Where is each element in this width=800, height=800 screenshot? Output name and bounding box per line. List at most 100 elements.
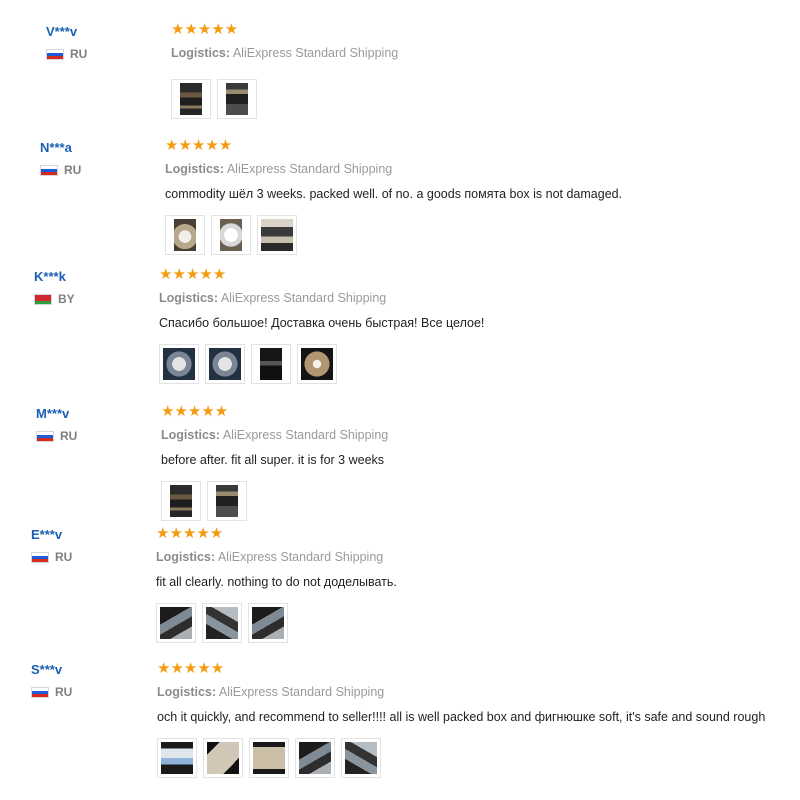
photo-image xyxy=(299,742,331,774)
review-photo-thumbnail[interactable] xyxy=(341,738,381,778)
photo-image xyxy=(345,742,377,774)
review-photos xyxy=(156,603,397,643)
logistics-label: Logistics: xyxy=(165,162,225,176)
country-code: RU xyxy=(55,685,73,699)
review-photo-thumbnail[interactable] xyxy=(156,603,196,643)
country-code: RU xyxy=(70,47,88,61)
review-photo-thumbnail[interactable] xyxy=(297,344,337,384)
russia-flag-icon xyxy=(46,48,64,60)
photo-image xyxy=(163,348,195,380)
review-photo-thumbnail[interactable] xyxy=(202,603,242,643)
review-content: ★★★★★ Logistics: AliExpress Standard Shi… xyxy=(156,526,397,643)
photo-image xyxy=(206,607,238,639)
star-rating: ★★★★★ xyxy=(159,266,227,283)
star-rating: ★★★★★ xyxy=(171,21,239,38)
photo-image xyxy=(209,348,241,380)
country-code: RU xyxy=(55,550,73,564)
reviewer-name[interactable]: N***a xyxy=(40,140,72,155)
logistics-info: Logistics: AliExpress Standard Shipping xyxy=(157,684,765,700)
review-photo-thumbnail[interactable] xyxy=(157,738,197,778)
photo-image xyxy=(253,742,285,774)
photo-image xyxy=(301,348,333,380)
review-photos xyxy=(161,481,388,521)
review-photo-thumbnail[interactable] xyxy=(211,215,251,255)
review-photo-thumbnail[interactable] xyxy=(248,603,288,643)
logistics-value: AliExpress Standard Shipping xyxy=(217,550,384,564)
logistics-info: Logistics: AliExpress Standard Shipping xyxy=(171,45,398,61)
review-photo-thumbnail[interactable] xyxy=(217,79,257,119)
review-content: ★★★★★ Logistics: AliExpress Standard Shi… xyxy=(165,138,622,255)
russia-flag-icon xyxy=(36,430,54,442)
logistics-value: AliExpress Standard Shipping xyxy=(220,291,387,305)
photo-image xyxy=(161,742,193,774)
star-rating: ★★★★★ xyxy=(165,137,233,154)
photo-image xyxy=(261,219,293,251)
logistics-value: AliExpress Standard Shipping xyxy=(218,685,385,699)
logistics-info: Logistics: AliExpress Standard Shipping xyxy=(161,427,388,443)
reviews-page: V***v RU ★★★★★ Logistics: AliExpress Sta… xyxy=(0,0,800,800)
review-photo-thumbnail[interactable] xyxy=(257,215,297,255)
review-photo-thumbnail[interactable] xyxy=(295,738,335,778)
russia-flag-icon xyxy=(31,551,49,563)
review-photos xyxy=(157,738,765,778)
review-photo-thumbnail[interactable] xyxy=(251,344,291,384)
review-photos xyxy=(159,344,484,384)
review-text: Спасибо большое! Доставка очень быстрая!… xyxy=(159,316,485,330)
star-rating: ★★★★★ xyxy=(157,660,225,677)
photo-image xyxy=(207,742,239,774)
photo-image xyxy=(160,607,192,639)
review-photo-thumbnail[interactable] xyxy=(165,215,205,255)
reviewer-country: BY xyxy=(34,292,75,306)
review-text: och it quickly, and recommend to seller!… xyxy=(157,710,766,724)
review-text: commodity шёл 3 weeks. packed well. of n… xyxy=(165,187,623,201)
logistics-value: AliExpress Standard Shipping xyxy=(232,46,399,60)
logistics-label: Logistics: xyxy=(161,428,221,442)
logistics-label: Logistics: xyxy=(157,685,217,699)
country-code: RU xyxy=(60,429,78,443)
reviewer-name[interactable]: V***v xyxy=(46,24,77,39)
reviewer-name[interactable]: E***v xyxy=(31,527,62,542)
review-photo-thumbnail[interactable] xyxy=(159,344,199,384)
review-photo-thumbnail[interactable] xyxy=(161,481,201,521)
reviewer-country: RU xyxy=(40,163,81,177)
review-photo-thumbnail[interactable] xyxy=(203,738,243,778)
review-content: ★★★★★ Logistics: AliExpress Standard Shi… xyxy=(159,267,484,384)
reviewer-name[interactable]: K***k xyxy=(34,269,66,284)
logistics-info: Logistics: AliExpress Standard Shipping xyxy=(165,161,622,177)
country-code: RU xyxy=(64,163,82,177)
review-photos xyxy=(171,79,398,119)
photo-image xyxy=(226,83,248,115)
review-photo-thumbnail[interactable] xyxy=(207,481,247,521)
logistics-value: AliExpress Standard Shipping xyxy=(226,162,393,176)
reviewer-country: RU xyxy=(31,685,72,699)
logistics-label: Logistics: xyxy=(171,46,231,60)
review-photos xyxy=(165,215,622,255)
review-content: ★★★★★ Logistics: AliExpress Standard Shi… xyxy=(171,22,398,119)
star-rating: ★★★★★ xyxy=(156,525,224,542)
star-rating: ★★★★★ xyxy=(161,403,229,420)
review-photo-thumbnail[interactable] xyxy=(205,344,245,384)
review-text: before after. fit all super. it is for 3… xyxy=(161,453,385,467)
logistics-label: Logistics: xyxy=(159,291,219,305)
russia-flag-icon xyxy=(40,164,58,176)
review-photo-thumbnail[interactable] xyxy=(249,738,289,778)
reviewer-name[interactable]: M***v xyxy=(36,406,69,421)
review-photo-thumbnail[interactable] xyxy=(171,79,211,119)
reviewer-country: RU xyxy=(46,47,87,61)
logistics-info: Logistics: AliExpress Standard Shipping xyxy=(159,290,484,306)
russia-flag-icon xyxy=(31,686,49,698)
reviewer-name[interactable]: S***v xyxy=(31,662,62,677)
belarus-flag-icon xyxy=(34,293,52,305)
logistics-label: Logistics: xyxy=(156,550,216,564)
reviewer-country: RU xyxy=(31,550,72,564)
photo-image xyxy=(260,348,282,380)
logistics-value: AliExpress Standard Shipping xyxy=(222,428,389,442)
photo-image xyxy=(252,607,284,639)
photo-image xyxy=(180,83,202,115)
review-text: fit all clearly. nothing to do not додел… xyxy=(156,575,397,589)
review-content: ★★★★★ Logistics: AliExpress Standard Shi… xyxy=(161,404,388,521)
country-code: BY xyxy=(58,292,75,306)
photo-image xyxy=(220,219,242,251)
photo-image xyxy=(170,485,192,517)
photo-image xyxy=(174,219,196,251)
